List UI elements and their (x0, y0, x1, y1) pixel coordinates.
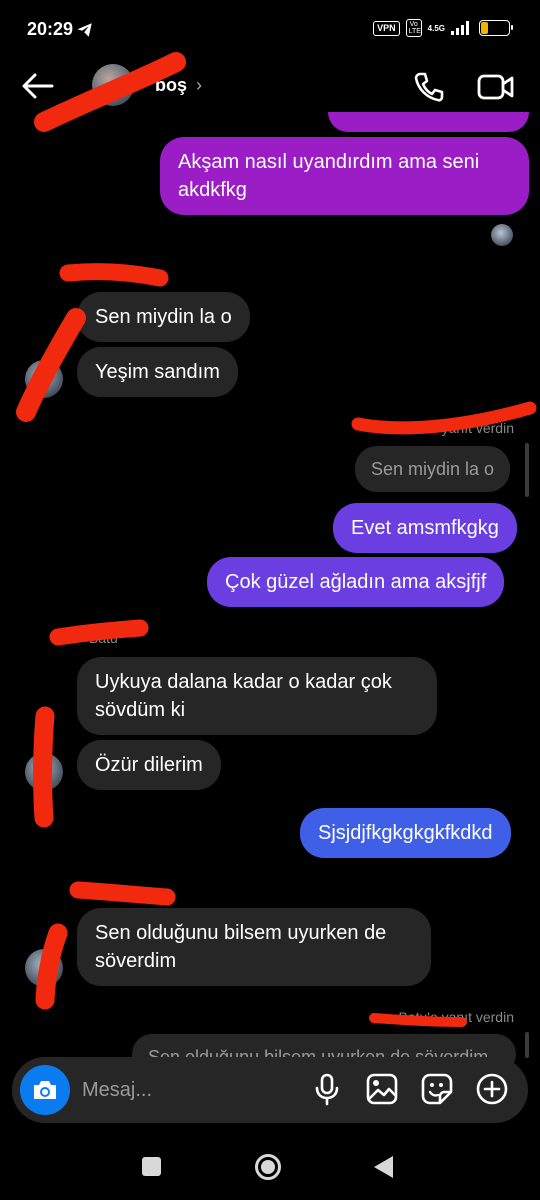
recents-button[interactable] (142, 1157, 161, 1176)
message-input[interactable] (82, 1077, 282, 1103)
incoming-message[interactable]: Yeşim sandım (77, 347, 238, 397)
seen-avatar (491, 224, 513, 246)
contact-avatar[interactable] (92, 64, 134, 106)
chat-header: boş › (0, 60, 540, 112)
outgoing-message[interactable]: Evet amsmfkgkg (333, 503, 517, 553)
outgoing-message[interactable]: Çok güzel ağladın ama aksjfjf (207, 557, 505, 607)
phone-icon[interactable] (412, 70, 446, 104)
contact-name[interactable]: boş (155, 75, 187, 96)
incoming-message[interactable]: Uykuya dalana kadar o kadar çok sövdüm k… (77, 657, 437, 735)
home-button[interactable] (255, 1154, 281, 1180)
vpn-badge: VPN (373, 20, 400, 36)
microphone-icon[interactable] (310, 1072, 344, 1106)
reply-note: Batu'e yanıt verdin (398, 420, 514, 436)
outgoing-message[interactable]: Akşam nasıl uyandırdım ama seni akdkfkg (160, 137, 529, 215)
camera-icon (34, 1081, 56, 1099)
volte-badge: Vo LTE (405, 19, 422, 37)
back-arrow-icon[interactable] (20, 70, 56, 102)
status-bar: 20:29 VPN Vo LTE 4.5G 25 (0, 0, 540, 60)
sender-avatar (25, 753, 63, 791)
status-time: 20:29 (27, 19, 74, 39)
video-camera-icon[interactable] (476, 70, 516, 104)
camera-button[interactable] (20, 1065, 70, 1115)
incoming-message[interactable]: Sen olduğunu bilsem uyurken de söverdim (77, 908, 431, 986)
status-indicators: VPN Vo LTE 4.5G 25 (373, 19, 513, 37)
battery-percent: 25 (488, 22, 501, 33)
outgoing-message[interactable]: Sjsjdjfkgkgkgkfkdkd (300, 808, 511, 858)
quoted-message[interactable]: Sen miydin la o (355, 446, 511, 492)
sticker-icon[interactable] (420, 1072, 454, 1106)
incoming-message[interactable]: Sen miydin la o (77, 292, 250, 342)
signal-icon (451, 21, 469, 35)
sender-avatar (25, 360, 63, 398)
battery-icon: 25 (479, 20, 513, 36)
telegram-notification-icon (77, 23, 92, 37)
system-navigation-bar (0, 1135, 540, 1200)
chevron-right-icon[interactable]: › (196, 75, 202, 96)
previous-message-bubble (328, 112, 529, 132)
sender-name: Batu (89, 630, 118, 646)
sender-avatar (25, 949, 63, 987)
quote-bar (525, 1032, 529, 1058)
quote-bar (525, 443, 529, 497)
image-icon[interactable] (365, 1072, 399, 1106)
incoming-message[interactable]: Özür dilerim (77, 740, 221, 790)
network-type: 4.5G (427, 23, 445, 33)
plus-circle-icon[interactable] (475, 1072, 509, 1106)
message-composer (12, 1057, 528, 1123)
reply-note: Batu'e yanıt verdin (398, 1009, 514, 1025)
back-button[interactable] (374, 1156, 393, 1178)
